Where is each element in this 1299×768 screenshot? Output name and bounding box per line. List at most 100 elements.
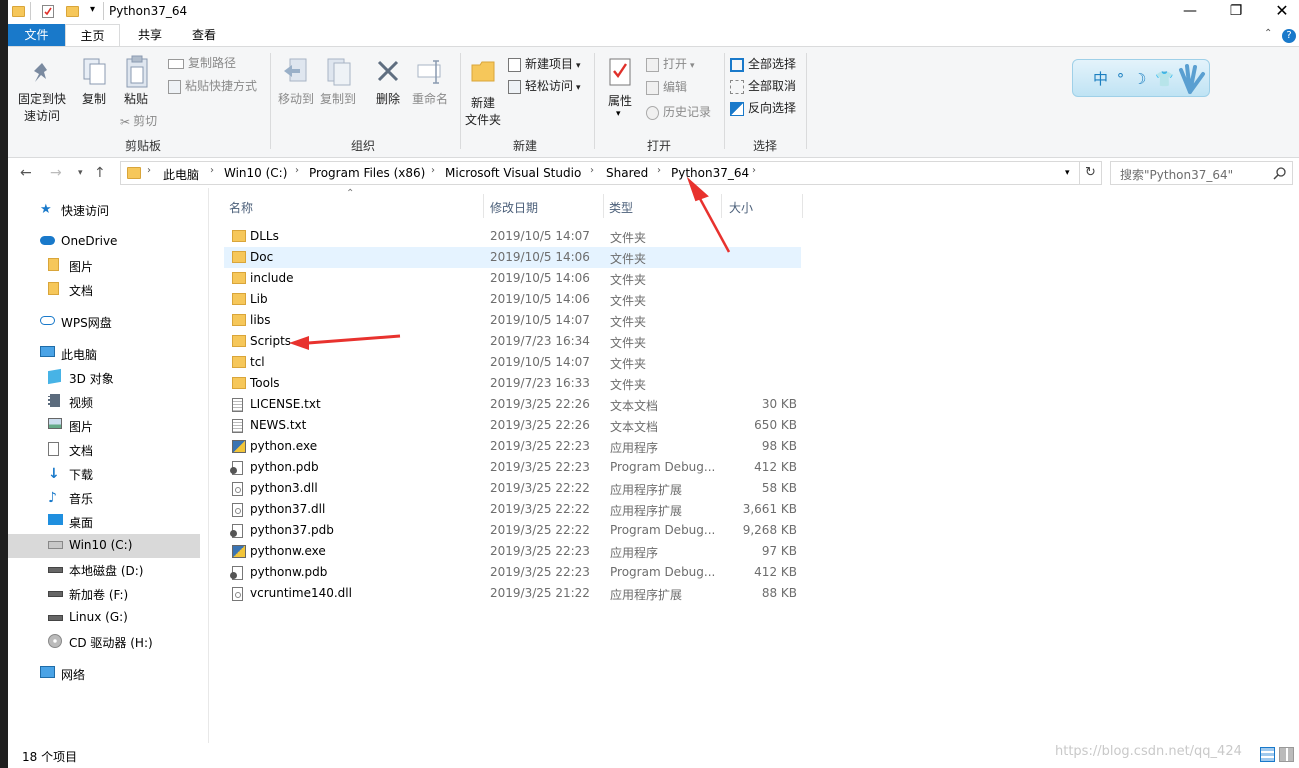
column-header-size[interactable]: 大小 [729,199,753,216]
sidebar-item-18[interactable]: 网络 [8,662,200,686]
paste-shortcut-button[interactable]: 粘贴快捷方式 [168,76,257,96]
sidebar-item-0[interactable]: ★ 快速访问 [8,198,200,222]
chevron-right-icon[interactable]: › [590,165,594,176]
sidebar-item-12[interactable]: 桌面 [8,510,200,534]
sidebar-item-13[interactable]: Win10 (C:) [8,534,200,558]
table-row[interactable]: DLLs 2019/10/5 14:07 文件夹 [224,226,801,247]
chevron-right-icon[interactable]: › [431,165,435,176]
collapse-ribbon-icon[interactable]: ⌃ [1264,28,1272,39]
column-header-date[interactable]: 修改日期 [490,199,538,216]
forward-arrow-icon[interactable]: → [50,165,62,181]
table-row[interactable]: LICENSE.txt 2019/3/25 22:26 文本文档 30 KB [224,394,801,415]
ime-toolbar[interactable]: 中 ° ☽ 👕 [1072,59,1210,97]
rename-button[interactable]: 重命名 [408,51,452,121]
large-icons-view-icon[interactable] [1279,747,1294,762]
table-row[interactable]: pythonw.pdb 2019/3/25 22:23 Program Debug.… [224,562,801,583]
table-row[interactable]: Doc 2019/10/5 14:06 文件夹 [224,247,801,268]
tab-view[interactable]: 查看 [178,24,230,46]
tab-share[interactable]: 共享 [124,24,176,46]
column-header-name[interactable]: 名称 [229,199,253,216]
table-row[interactable]: tcl 2019/10/5 14:07 文件夹 [224,352,801,373]
tab-home[interactable]: 主页 [65,24,120,46]
easy-access-button[interactable]: 轻松访问 ▾ [508,76,581,96]
refresh-icon[interactable]: ↻ [1080,161,1102,185]
search-box[interactable]: 搜索"Python37_64" [1110,161,1293,185]
column-divider[interactable] [603,194,604,218]
chevron-right-icon[interactable]: › [295,165,299,176]
column-divider[interactable] [721,194,722,218]
delete-button[interactable]: 删除 [370,51,406,121]
history-button[interactable]: 历史记录 [646,102,711,122]
sidebar-item-14[interactable]: 本地磁盘 (D:) [8,558,200,582]
table-row[interactable]: Lib 2019/10/5 14:06 文件夹 [224,289,801,310]
table-row[interactable]: Tools 2019/7/23 16:33 文件夹 [224,373,801,394]
invert-selection-button[interactable]: 反向选择 [730,98,796,118]
table-row[interactable]: libs 2019/10/5 14:07 文件夹 [224,310,801,331]
minimize-button[interactable]: — [1167,0,1213,24]
cut-button[interactable]: ✂ 剪切 [120,111,157,131]
breadcrumb-visual-studio[interactable]: Microsoft Visual Studio [445,166,581,180]
sidebar-item-4[interactable]: WPS网盘 [8,310,200,334]
column-divider[interactable] [483,194,484,218]
recent-locations-chevron-icon[interactable]: ▾ [78,168,83,178]
column-header-type[interactable]: 类型 [609,199,633,216]
breadcrumb-program-files[interactable]: Program Files (x86) [309,166,425,180]
table-row[interactable]: vcruntime140.dll 2019/3/25 21:22 应用程序扩展 88 … [224,583,801,604]
new-item-button[interactable]: 新建项目 ▾ [508,54,581,74]
column-divider[interactable] [802,194,803,218]
copy-to-button[interactable]: 复制到 [318,51,358,121]
chevron-right-icon[interactable]: › [210,165,214,176]
sidebar-item-7[interactable]: 视频 [8,390,200,414]
help-icon[interactable]: ? [1282,29,1296,43]
breadcrumb-shared[interactable]: Shared [606,166,648,180]
edit-button[interactable]: 编辑 [646,77,687,97]
up-arrow-icon[interactable]: ↑ [94,165,106,181]
sidebar-item-10[interactable]: ↓ 下载 [8,462,200,486]
sidebar-item-2[interactable]: 图片 [8,254,200,278]
sidebar-item-16[interactable]: Linux (G:) [8,606,200,630]
copy-path-button[interactable]: 复制路径 [168,53,236,73]
sidebar-item-15[interactable]: 新加卷 (F:) [8,582,200,606]
details-view-icon[interactable] [1260,747,1275,762]
table-row[interactable]: NEWS.txt 2019/3/25 22:26 文本文档 650 KB [224,415,801,436]
new-folder-quick-icon[interactable] [66,6,79,17]
back-arrow-icon[interactable]: ← [20,165,32,181]
sidebar-item-8[interactable]: 图片 [8,414,200,438]
close-button[interactable]: ✕ [1259,0,1299,24]
table-row[interactable]: python37.pdb 2019/3/25 22:22 Program Debug… [224,520,801,541]
sidebar-item-11[interactable]: ♪ 音乐 [8,486,200,510]
breadcrumb-win10[interactable]: Win10 (C:) [224,166,287,180]
table-row[interactable]: python.exe 2019/3/25 22:23 应用程序 98 KB [224,436,801,457]
breadcrumb-python37[interactable]: Python37_64 [671,166,749,180]
chevron-right-icon[interactable]: › [147,165,151,176]
pin-quick-access-button[interactable]: 固定到快 速访问 [16,51,68,123]
properties-quick-icon[interactable] [42,5,54,18]
breadcrumb-this-pc[interactable]: 此电脑 [163,166,199,183]
address-bar[interactable]: › 此电脑 › Win10 (C:) › Program Files (x86)… [120,161,1080,185]
table-row[interactable]: Scripts 2019/7/23 16:34 文件夹 [224,331,801,352]
table-row[interactable]: python3.dll 2019/3/25 22:22 应用程序扩展 58 KB [224,478,801,499]
move-to-button[interactable]: 移动到 [276,51,316,121]
table-row[interactable]: include 2019/10/5 14:06 文件夹 [224,268,801,289]
select-none-button[interactable]: 全部取消 [730,76,796,96]
sidebar-item-9[interactable]: 文档 [8,438,200,462]
chevron-right-icon[interactable]: › [657,165,661,176]
table-row[interactable]: pythonw.exe 2019/3/25 22:23 应用程序 97 KB [224,541,801,562]
properties-button[interactable]: 属性 ▾ [602,51,638,123]
sidebar-item-3[interactable]: 文档 [8,278,200,302]
maximize-button[interactable]: ❐ [1213,0,1259,24]
sidebar-item-17[interactable]: CD 驱动器 (H:) [8,630,200,654]
copy-button[interactable]: 复制 [74,51,114,121]
tab-file[interactable]: 文件 [8,24,65,46]
table-row[interactable]: python37.dll 2019/3/25 22:22 应用程序扩展 3,661 K… [224,499,801,520]
table-row[interactable]: python.pdb 2019/3/25 22:23 Program Debug..… [224,457,801,478]
select-all-button[interactable]: 全部选择 [730,54,796,74]
chevron-right-icon[interactable]: › [752,165,756,176]
address-history-chevron-icon[interactable]: ▾ [1065,168,1070,178]
sidebar-item-5[interactable]: 此电脑 [8,342,200,366]
open-button[interactable]: 打开 ▾ [646,54,695,74]
sidebar-item-1[interactable]: OneDrive [8,230,200,254]
new-folder-button[interactable]: 新建 文件夹 [464,51,502,131]
customize-quick-access-icon[interactable]: ▾ [90,4,95,15]
sidebar-item-6[interactable]: 3D 对象 [8,366,200,390]
